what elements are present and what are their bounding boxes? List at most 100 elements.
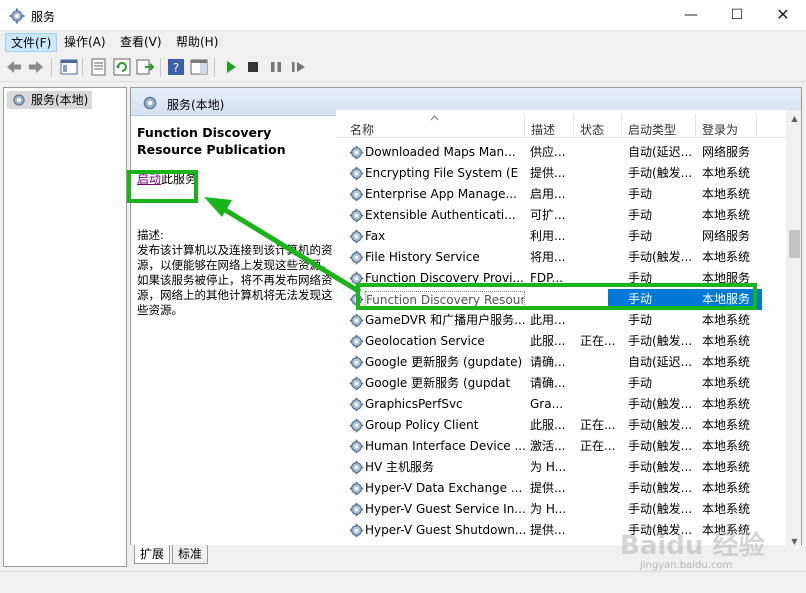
service-gear-icon xyxy=(349,460,364,475)
back-arrow-icon[interactable] xyxy=(5,58,23,76)
service-gear-icon xyxy=(349,439,364,454)
menu-view[interactable]: 查看(V) xyxy=(115,33,167,52)
service-row[interactable]: HV 主机服务 为 H... 手动(触发... 本地系统 xyxy=(336,457,791,478)
svg-text:?: ? xyxy=(173,61,179,75)
service-row[interactable]: Group Policy Client 此服... 正在... 手动(触发... 本地系… xyxy=(336,415,791,436)
services-gear-icon xyxy=(13,94,25,106)
sort-ascending-icon xyxy=(430,115,439,121)
service-startup-type: 手动 xyxy=(628,187,653,201)
description-text: 发布该计算机以及连接到该计算机的资源，以便能够在网络上发现这些资源。如果该服务被… xyxy=(137,243,333,317)
scroll-thumb[interactable] xyxy=(789,230,800,258)
service-log-on-as: 本地系统 xyxy=(702,481,751,495)
service-row[interactable]: Human Interface Device ... 激活... 正在... 手动(触… xyxy=(336,436,791,457)
refresh-icon[interactable] xyxy=(113,58,131,76)
service-startup-type: 手动(触发... xyxy=(628,418,693,432)
show-tree-icon[interactable] xyxy=(60,58,78,76)
service-row[interactable]: Google 更新服务 (gupdat 请确... 手动 本地系统 xyxy=(336,373,791,394)
menu-help[interactable]: 帮助(H) xyxy=(171,33,223,52)
service-startup-type: 手动 xyxy=(628,229,653,243)
toolbar: ? xyxy=(0,53,806,82)
service-log-on-as: 本地系统 xyxy=(702,166,751,180)
service-description: 此用... xyxy=(530,313,566,327)
service-name: File History Service xyxy=(365,250,480,264)
service-description: 为 H... xyxy=(530,460,567,474)
service-description: 将用... xyxy=(530,250,566,264)
service-name: Geolocation Service xyxy=(365,334,485,348)
watermark-logo: Baidu 经验 xyxy=(620,531,765,561)
column-header-status[interactable]: 状态 xyxy=(580,121,604,138)
column-header-description[interactable]: 描述 xyxy=(531,121,555,138)
service-row[interactable]: Extensible Authenticati... 可扩... 手动 本地系统 xyxy=(336,205,791,226)
service-name: Extensible Authenticati... xyxy=(365,208,516,222)
menu-bar: 文件(F) 操作(A) 查看(V) 帮助(H) xyxy=(0,31,806,53)
service-name: GraphicsPerfSvc xyxy=(365,397,463,411)
maximize-button[interactable]: ☐ xyxy=(714,0,760,30)
minimize-button[interactable]: — xyxy=(668,0,714,30)
service-row[interactable]: Geolocation Service 此服... 正在... 手动(触发... 本地系… xyxy=(336,331,791,352)
service-log-on-as: 本地系统 xyxy=(702,418,751,432)
service-startup-type: 手动(触发... xyxy=(628,481,693,495)
service-log-on-as: 本地系统 xyxy=(702,397,751,411)
service-status: 正在... xyxy=(580,439,616,453)
service-description: 此服... xyxy=(530,334,566,348)
restart-service-icon[interactable] xyxy=(290,58,308,76)
service-status: 正在... xyxy=(580,334,616,348)
vertical-scrollbar[interactable]: ▲ ▼ xyxy=(786,110,801,550)
properties-icon[interactable] xyxy=(90,58,108,76)
service-name: Downloaded Maps Man... xyxy=(365,145,516,159)
column-header-name[interactable]: 名称 xyxy=(350,121,374,138)
service-row[interactable]: Google 更新服务 (gupdate) 请确... 自动(延迟... 本地系统 xyxy=(336,352,791,373)
pause-service-icon[interactable] xyxy=(267,58,285,76)
service-description: 供应... xyxy=(530,145,566,159)
service-row[interactable]: Enterprise App Manage... 启用... 手动 本地系统 xyxy=(336,184,791,205)
tree-node-services-local[interactable]: 服务(本地) xyxy=(7,91,92,109)
forward-arrow-icon[interactable] xyxy=(27,58,45,76)
menu-file[interactable]: 文件(F) xyxy=(5,33,58,52)
tab-extended[interactable]: 扩展 xyxy=(134,545,171,564)
status-bar xyxy=(0,571,806,593)
selected-service-name: Function Discovery Resource Publication xyxy=(137,125,286,157)
menu-action[interactable]: 操作(A) xyxy=(59,33,111,52)
service-name: Hyper-V Guest Service In... xyxy=(365,502,525,516)
description-panel: Function Discovery Resource Publication … xyxy=(137,124,333,318)
service-description: Gra... xyxy=(530,397,564,411)
service-log-on-as: 本地系统 xyxy=(702,502,751,516)
description-label: 描述: xyxy=(137,228,164,242)
service-row[interactable]: File History Service 将用... 手动(触发... 本地系统 xyxy=(336,247,791,268)
service-row[interactable]: Fax 利用... 手动 网络服务 xyxy=(336,226,791,247)
service-row[interactable]: GameDVR 和广播用户服务... 此用... 手动 本地系统 xyxy=(336,310,791,331)
services-pane: 服务(本地) Function Discovery Resource Publi… xyxy=(130,87,802,567)
service-row[interactable]: Hyper-V Guest Service In... 为 H... 手动(触发..… xyxy=(336,499,791,520)
service-log-on-as: 本地系统 xyxy=(702,460,751,474)
service-startup-type: 手动 xyxy=(628,376,653,390)
close-button[interactable]: ✕ xyxy=(760,0,806,30)
service-startup-type: 手动(触发... xyxy=(628,166,693,180)
service-name: Hyper-V Guest Shutdown... xyxy=(365,523,525,537)
service-gear-icon xyxy=(349,313,364,328)
service-gear-icon xyxy=(349,355,364,370)
service-gear-icon xyxy=(349,145,364,160)
column-header-startup-type[interactable]: 启动类型 xyxy=(628,121,676,138)
service-startup-type: 自动(延迟... xyxy=(628,145,693,159)
start-service-icon[interactable] xyxy=(222,58,240,76)
service-gear-icon xyxy=(349,250,364,265)
service-row[interactable]: GraphicsPerfSvc Gra... 手动(触发... 本地系统 xyxy=(336,394,791,415)
service-log-on-as: 本地系统 xyxy=(702,439,751,453)
service-description: 激活... xyxy=(530,439,566,453)
stop-service-icon[interactable] xyxy=(244,58,262,76)
service-startup-type: 手动(触发... xyxy=(628,460,693,474)
service-row[interactable]: Encrypting File System (E 提供... 手动(触发... 本地… xyxy=(336,163,791,184)
column-header-log-on-as[interactable]: 登录为 xyxy=(702,121,738,138)
service-row[interactable]: Downloaded Maps Man... 供应... 自动(延迟... 网络服务 xyxy=(336,142,791,163)
export-list-icon[interactable] xyxy=(136,58,154,76)
service-name: Google 更新服务 (gupdate) xyxy=(365,355,523,369)
service-description: 请确... xyxy=(530,355,566,369)
action-pane-icon[interactable] xyxy=(190,58,208,76)
service-name: Human Interface Device ... xyxy=(365,439,525,453)
service-row[interactable]: Hyper-V Data Exchange ... 提供... 手动(触发... 本地… xyxy=(336,478,791,499)
title-bar: 服务 — ☐ ✕ xyxy=(0,0,806,31)
tab-standard[interactable]: 标准 xyxy=(172,545,209,564)
service-startup-type: 手动(触发... xyxy=(628,502,693,516)
scroll-up-icon[interactable]: ▲ xyxy=(786,110,801,127)
help-icon[interactable]: ? xyxy=(167,58,185,76)
